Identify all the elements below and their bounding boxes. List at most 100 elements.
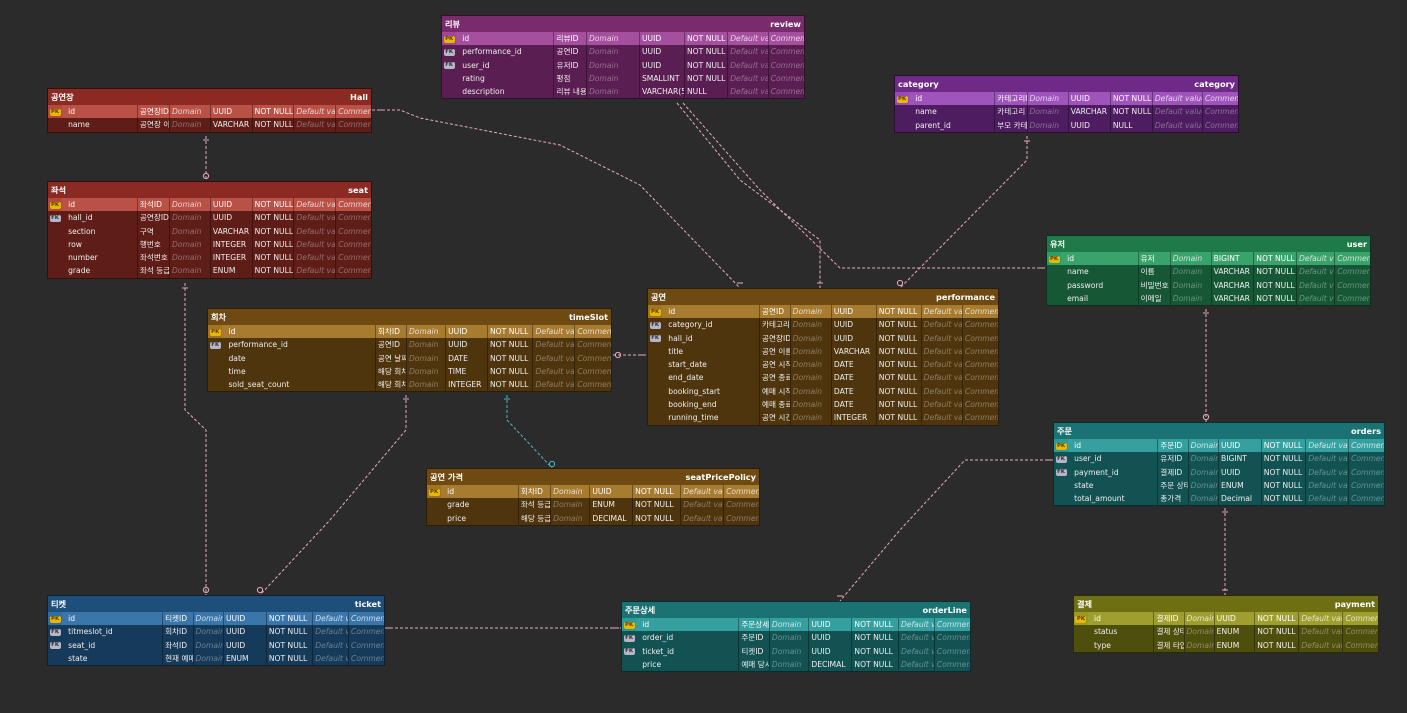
column-row[interactable]: PKid주문IDDomainUUIDNOT NULLDefault valueC… [1054, 439, 1384, 453]
table-header[interactable]: 리뷰 review [442, 16, 804, 32]
cell-domain: Domain [405, 351, 445, 365]
column-row[interactable]: status 결제 상태DomainENUMNOT NULLDefault val… [1074, 625, 1378, 639]
column-row[interactable]: PKid회차IDDomainUUIDNOT NULLDefault valueC… [208, 325, 611, 339]
cell-type: UUID [1218, 465, 1261, 479]
cell-logical: 카테고리ID [994, 92, 1027, 106]
cell-type: INTEGER [830, 411, 876, 425]
cell-domain: Domain [1169, 265, 1211, 279]
column-row[interactable]: type 결제 타입DomainENUMNOT NULLDefault value… [1074, 638, 1378, 652]
foreign-key-icon: FK [623, 648, 635, 656]
column-row[interactable]: parent_id 부모 카테고리DomainUUIDNULLDefault va… [895, 118, 1238, 132]
column-row[interactable]: rating 평점DomainSMALLINTNOT NULLDefault va… [442, 71, 804, 86]
cell-name: id [662, 305, 760, 319]
column-row[interactable]: PKid좌석IDDomainUUIDNOT NULLDefault valueC… [48, 198, 372, 212]
column-row[interactable]: FK hall_id 공연장ID Domain UUID NOT NULL Default … [648, 331, 998, 345]
table-ticket[interactable]: 티켓 ticket PK id 티켓ID Domain UUID NOT NULL Defaul… [47, 595, 385, 667]
column-row[interactable]: state 현재 예매 상태DomainENUMNOT NULLDefault v… [48, 651, 384, 666]
column-row[interactable]: price 해당 등급 가격DomainDECIMALNOT NULLDefaul… [427, 511, 759, 525]
table-header[interactable]: 주문 orders [1054, 423, 1384, 439]
table-seat[interactable]: 좌석 seat PK id 좌석ID Domain UUID NOT NULL Default … [47, 181, 372, 279]
table-payment[interactable]: 결제 payment PK id 결제ID Domain UUID NOT NULL Defau… [1073, 595, 1379, 653]
column-row[interactable]: start_date 공연 시작일DomainDATENOT NULLDefaul… [648, 358, 998, 372]
table-header[interactable]: category category [895, 76, 1238, 92]
column-row[interactable]: FK payment_id 결제ID Domain UUID NOT NULL Defaul… [1054, 465, 1384, 479]
column-row[interactable]: number 좌석번호 Domain INTEGER NOT NULL Default v… [48, 251, 371, 265]
column-row[interactable]: price 예매 당시 좌석 가격DomainDECIMALNOT NULLDef… [622, 657, 970, 672]
column-row[interactable]: time 해당 회차의 시작 시간DomainTIMENOT NULLDefaul… [208, 364, 611, 379]
column-row[interactable]: PKid주문상세IDDomainUUIDNOT NULLDefault valu… [622, 618, 971, 632]
column-row[interactable]: FK hall_id 공연장ID Domain UUID NOT NULL Default … [48, 211, 371, 225]
column-row[interactable]: password 비밀번호 Domain VARCHAR NOT NULL Default… [1047, 278, 1370, 292]
table-hall[interactable]: 공연장 Hall PK id 공연장ID Domain UUID NOT NULL Defaul… [47, 88, 372, 133]
table-header[interactable]: 주문상세 orderLine [622, 602, 970, 618]
table-category[interactable]: categorycategoryPKid카테고리IDDomainUUIDNOT … [894, 75, 1239, 133]
column-row[interactable]: PKid공연장IDDomainUUIDNOT NULLDefault value… [48, 105, 372, 119]
table-user[interactable]: 유저 user PK id 유저 Domain BIGINT NOT NULL Default … [1046, 235, 1371, 307]
column-row[interactable]: FK performance_id 공연ID Domain UUID NOT NULL De… [442, 45, 804, 59]
table-performance[interactable]: 공연 performance PK id 공연ID Domain UUID NOT NULL D… [647, 288, 999, 426]
cell-default: Default value [1305, 492, 1348, 506]
column-row[interactable]: booking_start 예매 시작일DomainDATENOT NULLDef… [648, 384, 998, 399]
cell-comment: Comment [1348, 478, 1384, 493]
table-header[interactable]: 티켓 ticket [48, 596, 384, 612]
table-seat-price-policy[interactable]: 공연 가격 seatPricePolicy PK id 회차ID Domain UUID NO… [426, 468, 760, 526]
table-header[interactable]: 공연장 Hall [48, 89, 371, 105]
table-orders[interactable]: 주문 orders PK id 주문ID Domain UUID NOT NULL Defaul… [1053, 422, 1385, 507]
column-row[interactable]: date 공연 날짜DomainDATENOT NULLDefault value… [208, 351, 611, 365]
column-row[interactable]: PKid리뷰IDDomainUUIDNOT NULLDefault valueC… [442, 32, 804, 46]
column-row[interactable]: FK seat_id 좌석IDDomainUUIDNOT NULLDefault v… [48, 638, 384, 652]
column-row[interactable]: email 이메일DomainVARCHARNOT NULLDefault val… [1047, 291, 1370, 306]
cell-comment: Comment [574, 364, 611, 379]
cell-logical: 부모 카테고리 [994, 118, 1027, 132]
column-row[interactable]: section 구역 Domain VARCHAR NOT NULL Default va… [48, 224, 371, 238]
column-row[interactable]: grade 좌석 등급DomainENUMNOT NULLDefault valu… [48, 264, 371, 278]
column-row[interactable]: PKid공연IDDomainUUIDNOT NULLDefault valueC… [648, 305, 999, 319]
column-row[interactable]: grade 좌석 등급DomainENUMNOT NULLDefault valu… [427, 498, 759, 512]
column-row[interactable]: name 이름DomainVARCHARNOT NULLDefault value… [1047, 265, 1370, 279]
column-row[interactable]: description 리뷰 내용DomainVARCHAR(50)NULLDef… [442, 85, 804, 99]
column-row[interactable]: FK user_id 유저ID Domain BIGINT NOT NULL Default… [1054, 452, 1384, 466]
table-header[interactable]: 결제 payment [1074, 596, 1378, 612]
cell-null: NOT NULL [875, 331, 921, 345]
column-row[interactable]: running_time 공연 시간 Domain INTEGER NOT NULL De… [648, 411, 998, 425]
column-row[interactable]: FK titmeslot_id 회차ID Domain UUID NOT NULL Defa… [48, 625, 384, 639]
column-row[interactable]: FK category_id 카테고리IDDomainUUIDNOT NULLDef… [648, 318, 998, 332]
cell-comment: Comment [961, 358, 998, 372]
column-row[interactable]: sold_seat_count 해당 회차의 판매된 좌석의 수DomainINT… [208, 378, 611, 392]
column-row[interactable]: PKid티켓IDDomainUUIDNOT NULLDefault valueC… [48, 612, 384, 626]
table-header[interactable]: 공연 performance [648, 289, 998, 305]
table-header[interactable]: 회차 timeSlot [208, 309, 611, 325]
key-cell [442, 72, 456, 85]
column-row[interactable]: name 카테고리 명DomainVARCHARNOT NULLDefault v… [895, 105, 1238, 119]
column-row[interactable]: FK ticket_id 티켓ID Domain UUID NOT NULL Default… [622, 644, 970, 658]
column-row[interactable]: title 공연 이름 Domain VARCHAR NOT NULL Default v… [648, 344, 998, 359]
cell-default: Default value [920, 371, 962, 385]
table-name: seat [348, 185, 368, 195]
table-header[interactable]: 유저 user [1047, 236, 1370, 252]
column-row[interactable]: total_amount 총가격 Domain Decimal NOT NULL Defa… [1054, 492, 1384, 506]
table-review[interactable]: 리뷰 review PK id 리뷰ID Domain UUID NOT NULL Defaul… [441, 15, 805, 100]
cell-domain: Domain [192, 638, 223, 652]
table-header[interactable]: 좌석 seat [48, 182, 371, 198]
column-row[interactable]: FK user_id 유저ID Domain UUID NOT NULL Default v… [442, 58, 804, 72]
primary-key-icon: PK [1075, 615, 1087, 623]
cell-logical: 카테고리 명 [994, 105, 1027, 119]
column-row[interactable]: state 주문 상태DomainENUMNOT NULLDefault valu… [1054, 478, 1384, 493]
column-row[interactable]: FK performance_id 공연ID Domain UUID NOT NULL De… [208, 338, 611, 352]
table-header[interactable]: 공연 가격 seatPricePolicy [427, 469, 759, 485]
column-row[interactable]: end_date 공연 종료일DomainDATENOT NULLDefault … [648, 371, 998, 385]
cell-name: order_id [642, 633, 674, 643]
cell-null: NOT NULL [1253, 278, 1296, 292]
cell-null: NOT NULL [683, 32, 728, 46]
column-row[interactable]: PKid유저DomainBIGINTNOT NULLDefault valueC… [1047, 252, 1371, 266]
table-timeslot[interactable]: 회차 timeSlot PK id 회차ID Domain UUID NOT NULL Defa… [207, 308, 612, 393]
column-row[interactable]: name 공연장 이름DomainVARCHARNOT NULLDefault v… [48, 118, 371, 132]
column-row[interactable]: PKid회차IDDomainUUIDNOT NULLDefault valueC… [427, 485, 759, 499]
column-row[interactable]: PKid카테고리IDDomainUUIDNOT NULLDefault valu… [895, 92, 1238, 106]
cell-name: type [1093, 640, 1111, 650]
column-row[interactable]: row 행번호DomainINTEGERNOT NULLDefault value… [48, 237, 371, 252]
column-row[interactable]: FK order_id 주문ID Domain UUID NOT NULL Default … [622, 631, 970, 645]
column-row[interactable]: PKid결제IDDomainUUIDNOT NULLDefault valueC… [1074, 612, 1378, 626]
column-row[interactable]: booking_end 예매 종료일DomainDATENOT NULLDefau… [648, 398, 998, 412]
table-order-line[interactable]: 주문상세orderLinePKid주문상세IDDomainUUIDNOT NUL… [621, 601, 971, 673]
